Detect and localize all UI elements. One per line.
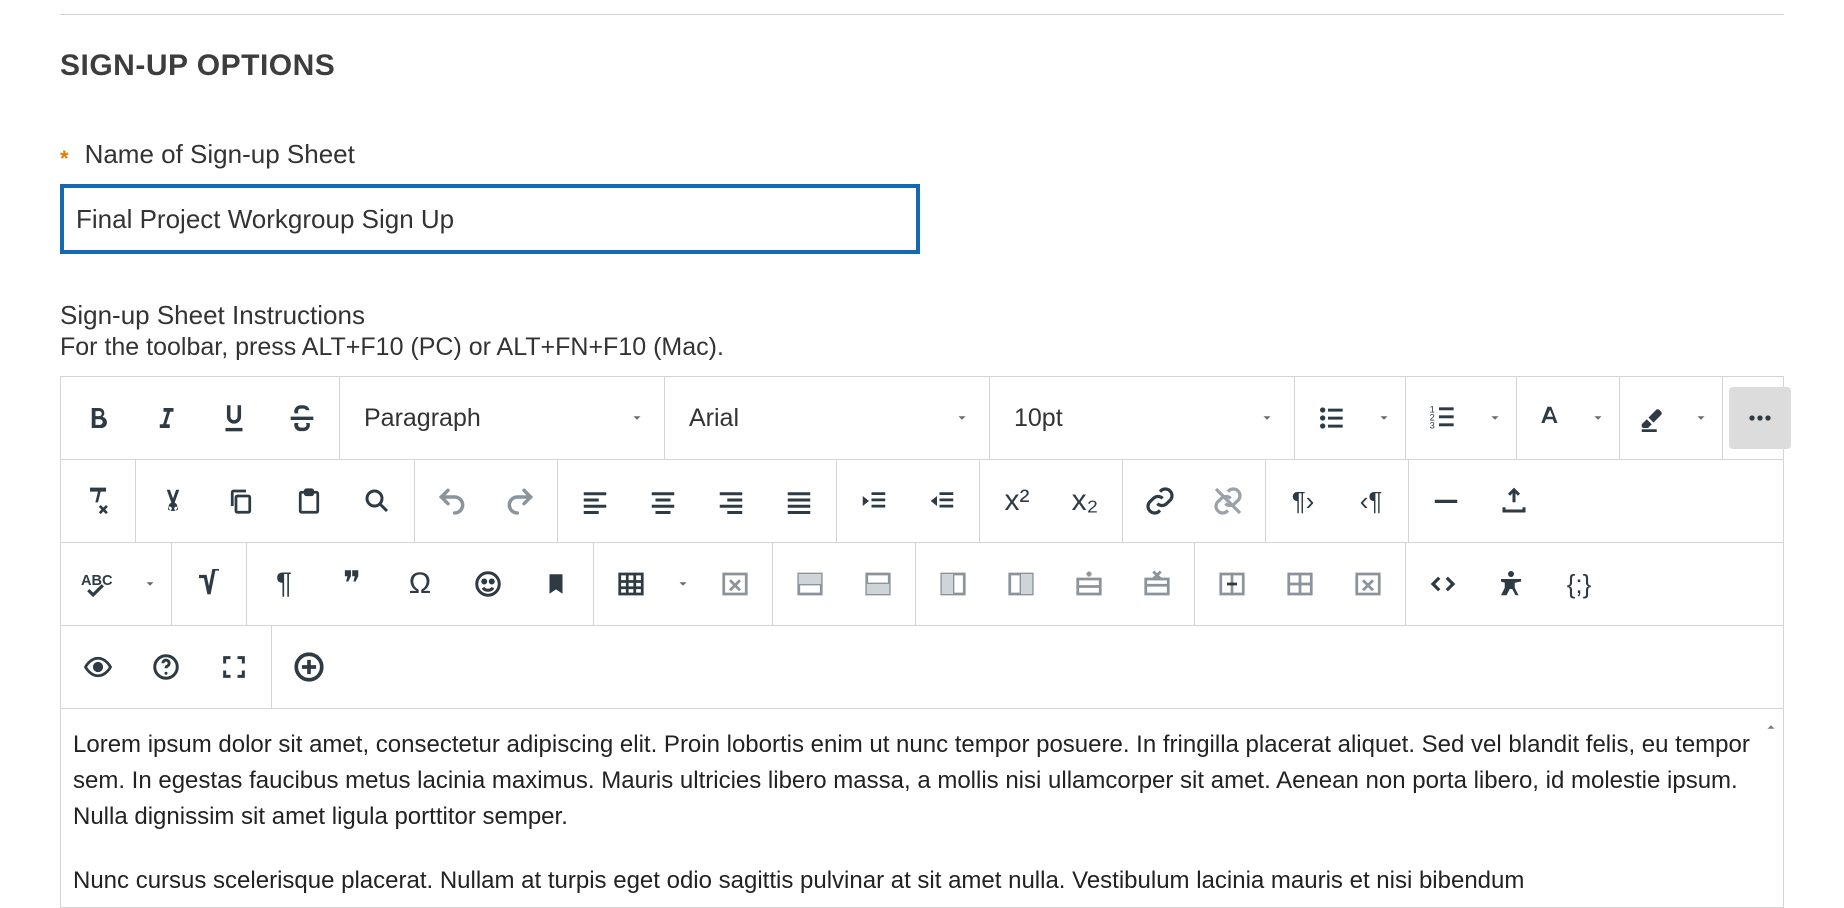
rich-text-editor: Paragraph Arial: [60, 376, 1784, 908]
omega-icon: Ω: [409, 569, 431, 599]
code-sample-button[interactable]: {;}: [1548, 553, 1610, 615]
find-button[interactable]: [346, 470, 408, 532]
bold-button[interactable]: [67, 387, 129, 449]
paste-button[interactable]: [278, 470, 340, 532]
font-size-select[interactable]: 10pt: [996, 387, 1288, 449]
scroll-up-icon[interactable]: [1761, 717, 1781, 737]
chevron-down-icon: [1260, 411, 1274, 425]
copy-button[interactable]: [210, 470, 272, 532]
svg-text:3: 3: [1430, 421, 1435, 431]
align-right-button[interactable]: [700, 470, 762, 532]
redo-button[interactable]: [489, 470, 551, 532]
bullet-list-dropdown[interactable]: [1369, 387, 1399, 449]
table-row-add-button[interactable]: [1058, 553, 1120, 615]
outdent-button[interactable]: [911, 470, 973, 532]
ltr-icon: ¶›: [1292, 488, 1315, 514]
rtl-button[interactable]: ‹¶: [1340, 470, 1402, 532]
spellcheck-dropdown[interactable]: [135, 553, 165, 615]
numbered-list-dropdown[interactable]: [1480, 387, 1510, 449]
font-size-value: 10pt: [1014, 404, 1063, 433]
table-cell-merge-button[interactable]: [1201, 553, 1263, 615]
table-cell-split-button[interactable]: [1269, 553, 1331, 615]
subscript-icon: x₂: [1072, 486, 1099, 516]
bookmark-button[interactable]: [525, 553, 587, 615]
pilcrow-icon: ¶: [276, 569, 292, 599]
table-button[interactable]: [600, 553, 662, 615]
rtl-icon: ‹¶: [1360, 488, 1383, 514]
chevron-down-icon: [955, 411, 969, 425]
bullet-list-button[interactable]: [1301, 387, 1363, 449]
upload-button[interactable]: [1483, 470, 1545, 532]
code-sample-icon: {;}: [1567, 571, 1592, 597]
link-button[interactable]: [1129, 470, 1191, 532]
ltr-button[interactable]: ¶›: [1272, 470, 1334, 532]
special-char-button[interactable]: Ω: [389, 553, 451, 615]
text-color-button[interactable]: [1523, 387, 1577, 449]
accessibility-button[interactable]: [1480, 553, 1542, 615]
align-center-button[interactable]: [632, 470, 694, 532]
align-left-button[interactable]: [564, 470, 626, 532]
undo-button[interactable]: [421, 470, 483, 532]
content-paragraph: Nunc cursus scelerisque placerat. Nullam…: [73, 863, 1755, 899]
instructions-label: Sign-up Sheet Instructions: [60, 300, 1784, 331]
more-button[interactable]: [1729, 387, 1791, 449]
code-view-button[interactable]: [1412, 553, 1474, 615]
add-content-button[interactable]: [278, 636, 340, 698]
underline-button[interactable]: [203, 387, 265, 449]
signup-name-input[interactable]: [60, 184, 920, 254]
table-col-after-button[interactable]: [990, 553, 1052, 615]
paragraph-mark-button[interactable]: ¶: [253, 553, 315, 615]
highlight-button[interactable]: [1626, 387, 1680, 449]
svg-text:1: 1: [1430, 405, 1435, 415]
italic-button[interactable]: [135, 387, 197, 449]
highlight-dropdown[interactable]: [1686, 387, 1716, 449]
font-family-value: Arial: [689, 404, 739, 433]
editor-content[interactable]: Lorem ipsum dolor sit amet, consectetur …: [61, 709, 1783, 907]
text-color-dropdown[interactable]: [1583, 387, 1613, 449]
emoji-button[interactable]: [457, 553, 519, 615]
svg-text:ABC: ABC: [81, 573, 113, 589]
block-format-value: Paragraph: [364, 404, 481, 433]
name-label: Name of Sign-up Sheet: [85, 139, 355, 170]
cut-button[interactable]: [142, 470, 204, 532]
quote-icon: ❞: [343, 567, 361, 601]
table-delete-button[interactable]: [704, 553, 766, 615]
clear-formatting-button[interactable]: [67, 470, 129, 532]
subscript-button[interactable]: x₂: [1054, 470, 1116, 532]
fullscreen-button[interactable]: [203, 636, 265, 698]
unlink-button[interactable]: [1197, 470, 1259, 532]
strikethrough-button[interactable]: [271, 387, 333, 449]
superscript-icon: x²: [1005, 486, 1030, 516]
table-row-before-button[interactable]: [779, 553, 841, 615]
equation-button[interactable]: [178, 553, 240, 615]
chevron-down-icon: [630, 411, 644, 425]
font-family-select[interactable]: Arial: [671, 387, 983, 449]
table-row-after-button[interactable]: [847, 553, 909, 615]
table-row-delete-button[interactable]: [1126, 553, 1188, 615]
content-paragraph: Lorem ipsum dolor sit amet, consectetur …: [73, 727, 1755, 835]
page-title: SIGN-UP OPTIONS: [60, 49, 1784, 83]
required-indicator: *: [60, 146, 69, 172]
block-format-select[interactable]: Paragraph: [346, 387, 658, 449]
indent-button[interactable]: [843, 470, 905, 532]
horizontal-rule-button[interactable]: [1415, 470, 1477, 532]
toolbar-hint: For the toolbar, press ALT+F10 (PC) or A…: [60, 333, 1784, 362]
numbered-list-button[interactable]: 123: [1412, 387, 1474, 449]
preview-button[interactable]: [67, 636, 129, 698]
blockquote-button[interactable]: ❞: [321, 553, 383, 615]
spellcheck-button[interactable]: ABC: [67, 553, 129, 615]
align-justify-button[interactable]: [768, 470, 830, 532]
table-cell-delete-button[interactable]: [1337, 553, 1399, 615]
help-button[interactable]: [135, 636, 197, 698]
svg-text:2: 2: [1430, 413, 1435, 423]
table-col-before-button[interactable]: [922, 553, 984, 615]
table-dropdown[interactable]: [668, 553, 698, 615]
superscript-button[interactable]: x²: [986, 470, 1048, 532]
